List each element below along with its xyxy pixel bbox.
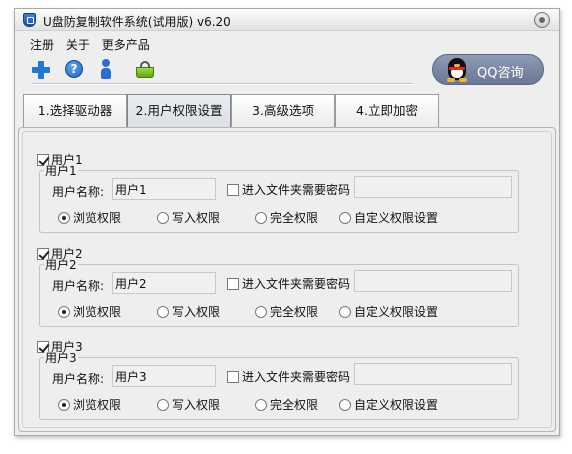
radio-icon[interactable]	[157, 305, 169, 318]
user-name-label: 用户名称:	[52, 372, 105, 386]
menu-about[interactable]: 关于	[66, 36, 90, 53]
permission-label: 浏览权限	[73, 305, 122, 319]
user-groupbox-1: 用户1 用户名称: 进入文件夹需要密码 浏览权限 写入权限 完全权限 自定义权限…	[39, 165, 519, 233]
radio-icon[interactable]	[157, 398, 169, 411]
radio-icon[interactable]	[255, 211, 267, 224]
user-name-input-2[interactable]	[112, 272, 216, 294]
help-icon[interactable]: ?	[65, 60, 83, 78]
toolbar-divider	[31, 83, 413, 85]
close-button[interactable]	[534, 12, 550, 28]
basket-body	[136, 67, 154, 78]
permission-label: 写入权限	[172, 305, 221, 319]
permission-label: 完全权限	[270, 211, 319, 225]
tab-select-drive[interactable]: 1.选择驱动器	[23, 94, 127, 128]
app-window: U盘防复制软件系统(试用版) v6.20 注册 关于 更多产品 ? QQ咨询 1…	[14, 8, 560, 436]
permission-radio-write-3[interactable]: 写入权限	[157, 396, 220, 413]
permission-radio-browse-3[interactable]: 浏览权限	[58, 396, 121, 413]
permission-label: 自定义权限设置	[354, 211, 439, 225]
group-title: 用户2	[44, 258, 78, 272]
user-name-label: 用户名称:	[52, 279, 105, 293]
radio-icon[interactable]	[339, 211, 351, 224]
permission-label: 浏览权限	[73, 398, 122, 412]
password-required-checkbox-1[interactable]: 进入文件夹需要密码	[227, 181, 350, 198]
password-check-label: 进入文件夹需要密码	[242, 370, 351, 384]
group-title: 用户1	[44, 164, 78, 178]
tab-encrypt-now[interactable]: 4.立即加密	[335, 94, 439, 128]
permission-radio-full-3[interactable]: 完全权限	[255, 396, 318, 413]
password-check-label: 进入文件夹需要密码	[242, 277, 351, 291]
user-groupbox-3: 用户3 用户名称: 进入文件夹需要密码 浏览权限 写入权限 完全权限 自定义权限…	[39, 352, 519, 420]
permission-label: 完全权限	[270, 305, 319, 319]
user-name-input-3[interactable]	[112, 365, 216, 387]
user-name-label: 用户名称:	[52, 185, 105, 199]
qq-consult-button[interactable]: QQ咨询	[432, 54, 544, 85]
menu-register[interactable]: 注册	[30, 36, 54, 53]
permission-radio-browse-2[interactable]: 浏览权限	[58, 303, 121, 320]
permission-radio-full-1[interactable]: 完全权限	[255, 209, 318, 226]
shield-icon	[23, 13, 36, 27]
permission-radio-custom-2[interactable]: 自定义权限设置	[339, 303, 438, 320]
password-check-label: 进入文件夹需要密码	[242, 183, 351, 197]
radio-icon[interactable]	[255, 398, 267, 411]
permission-radio-full-2[interactable]: 完全权限	[255, 303, 318, 320]
add-icon[interactable]	[31, 60, 51, 80]
permission-label: 写入权限	[172, 398, 221, 412]
permission-radio-custom-3[interactable]: 自定义权限设置	[339, 396, 438, 413]
tab-panel: 用户1 用户1 用户名称: 进入文件夹需要密码 浏览权限 写入权限 完全权限 自…	[18, 127, 556, 432]
user-name-input-1[interactable]	[112, 178, 216, 200]
password-required-checkbox-3[interactable]: 进入文件夹需要密码	[227, 368, 350, 385]
password-input-1[interactable]	[354, 176, 512, 198]
user-icon[interactable]	[99, 59, 113, 79]
qq-consult-label: QQ咨询	[477, 66, 524, 81]
radio-icon[interactable]	[339, 305, 351, 318]
radio-icon[interactable]	[255, 305, 267, 318]
window-title: U盘防复制软件系统(试用版) v6.20	[43, 15, 231, 29]
permission-radio-write-1[interactable]: 写入权限	[157, 209, 220, 226]
menu-more-products[interactable]: 更多产品	[102, 36, 150, 53]
radio-icon[interactable]	[339, 398, 351, 411]
tab-advanced-options[interactable]: 3.高级选项	[231, 94, 335, 128]
menu-bar: 注册 关于 更多产品	[30, 36, 158, 53]
password-required-checkbox-2[interactable]: 进入文件夹需要密码	[227, 275, 350, 292]
radio-icon[interactable]	[157, 211, 169, 224]
permission-label: 自定义权限设置	[354, 398, 439, 412]
group-title: 用户3	[44, 351, 78, 365]
permission-radio-custom-1[interactable]: 自定义权限设置	[339, 209, 438, 226]
permission-label: 完全权限	[270, 398, 319, 412]
radio-icon[interactable]	[58, 305, 70, 318]
user-icon-body	[101, 68, 111, 79]
tab-user-permissions[interactable]: 2.用户权限设置	[127, 94, 231, 128]
permission-label: 写入权限	[172, 211, 221, 225]
checkbox-icon[interactable]	[227, 183, 239, 196]
permission-label: 浏览权限	[73, 211, 122, 225]
password-input-2[interactable]	[354, 270, 512, 292]
basket-icon[interactable]	[135, 61, 157, 79]
radio-icon[interactable]	[58, 211, 70, 224]
user-icon-head	[102, 59, 110, 67]
permission-label: 自定义权限设置	[354, 305, 439, 319]
permission-radio-browse-1[interactable]: 浏览权限	[58, 209, 121, 226]
password-input-3[interactable]	[354, 363, 512, 385]
qq-penguin-icon	[446, 58, 468, 82]
checkbox-icon[interactable]	[227, 370, 239, 383]
title-bar[interactable]: U盘防复制软件系统(试用版) v6.20	[15, 9, 559, 31]
user-groupbox-2: 用户2 用户名称: 进入文件夹需要密码 浏览权限 写入权限 完全权限 自定义权限…	[39, 259, 519, 327]
radio-icon[interactable]	[58, 398, 70, 411]
permission-radio-write-2[interactable]: 写入权限	[157, 303, 220, 320]
checkbox-icon[interactable]	[227, 277, 239, 290]
